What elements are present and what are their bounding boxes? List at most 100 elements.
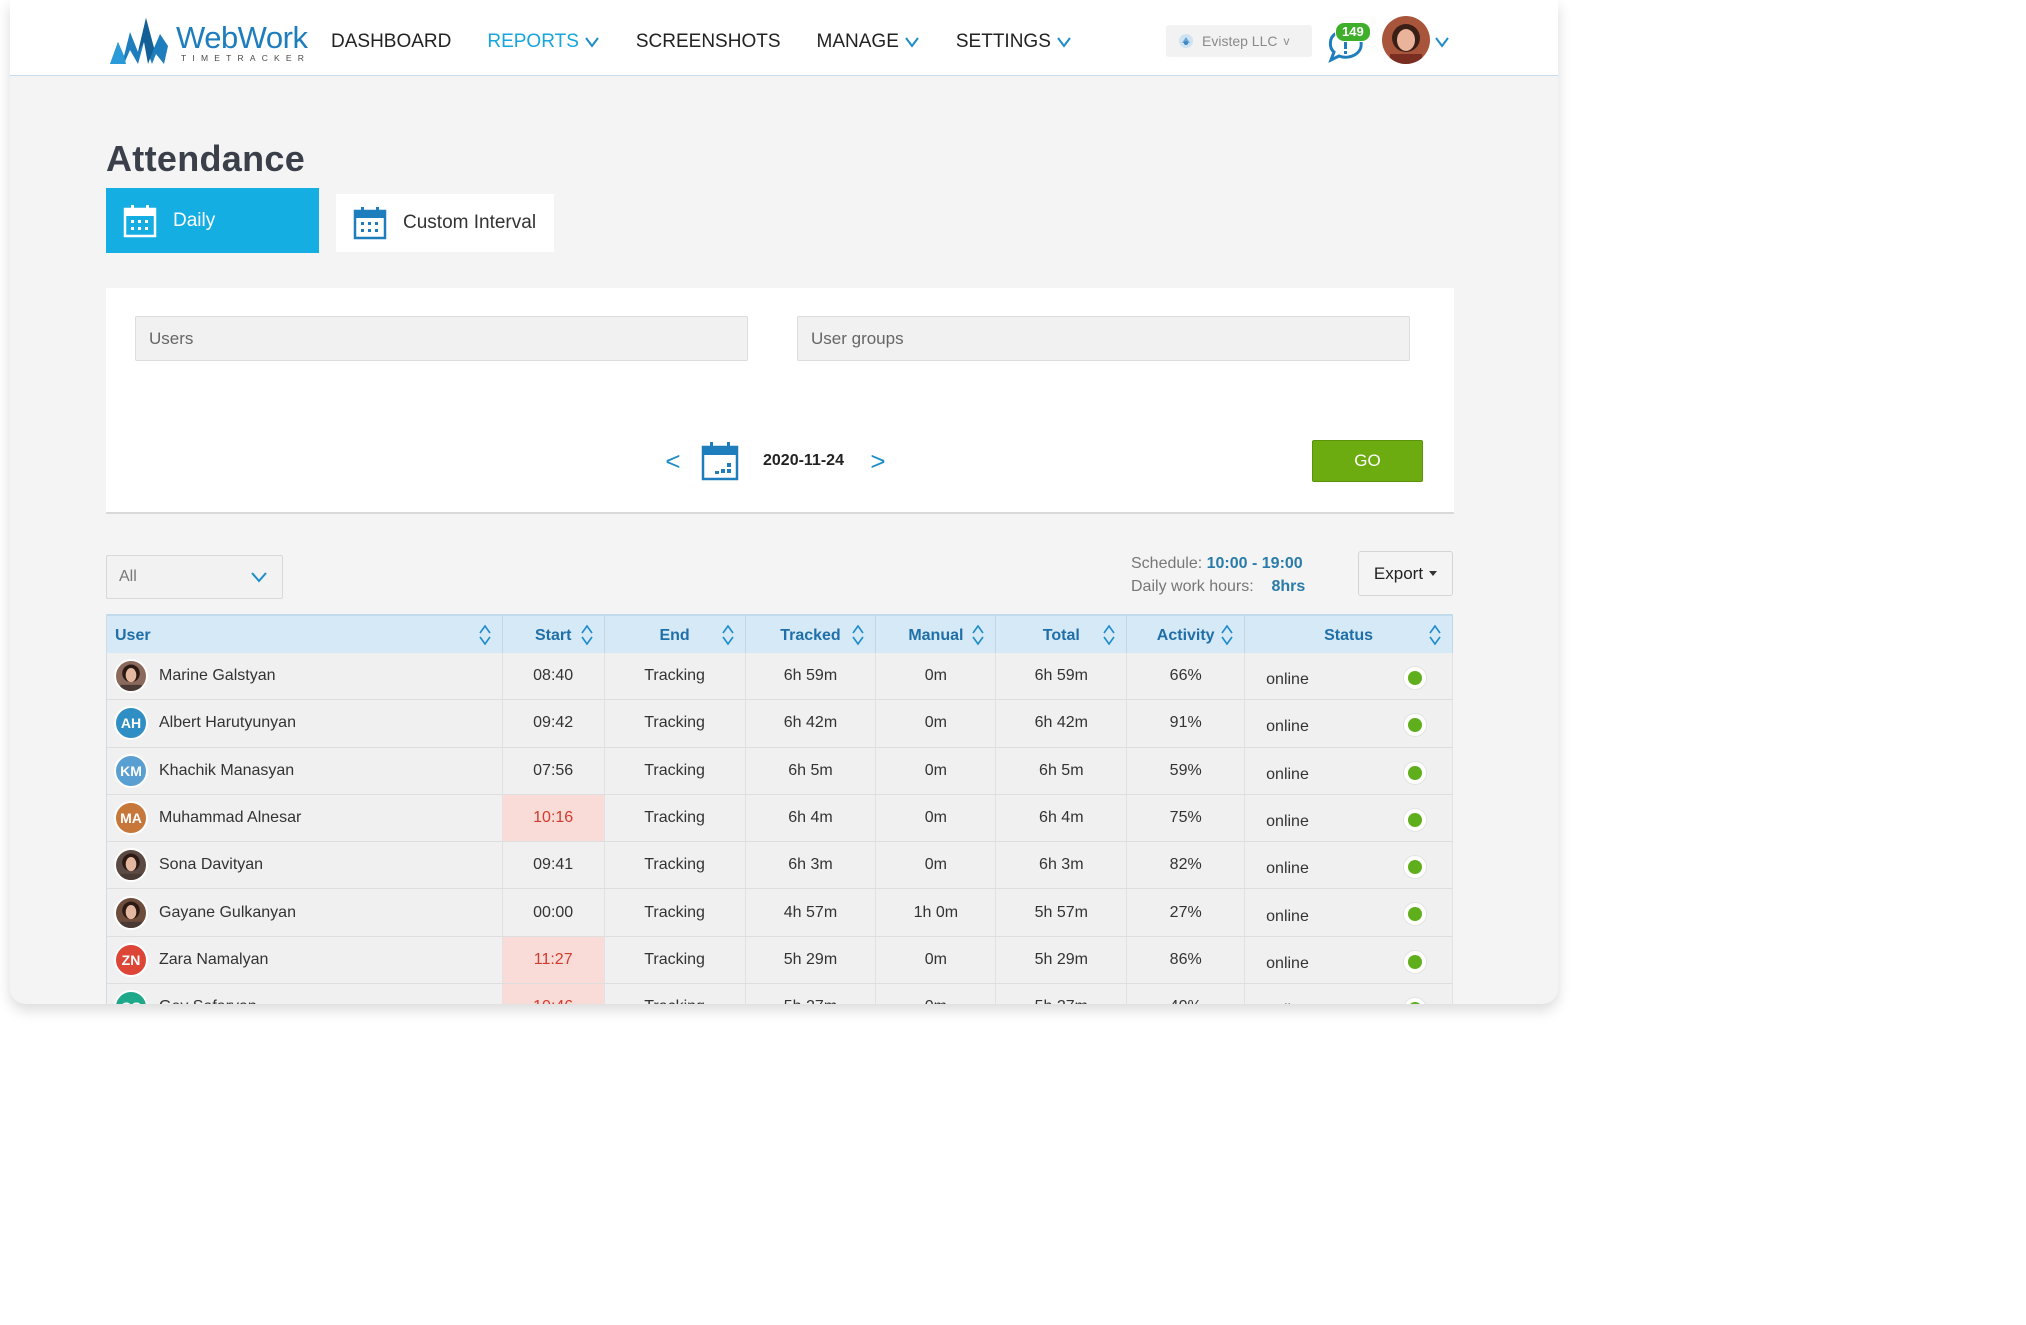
chevron-down-icon (905, 37, 919, 48)
company-switcher[interactable]: Evistep LLC v (1166, 25, 1312, 57)
start-cell: 10:16 (502, 794, 605, 842)
table-header: User Start End Tracked Manual Total Activity St… (107, 614, 1453, 655)
status-text: online (1266, 813, 1309, 831)
sort-icon[interactable] (580, 624, 594, 646)
user-name[interactable]: Albert Harutyunyan (159, 714, 296, 732)
page-title: Attendance (106, 138, 306, 179)
tab-custom-interval-label: Custom Interval (403, 212, 537, 233)
column-header-tracked[interactable]: Tracked (746, 616, 877, 655)
tracked-cell: 5h 29m (746, 936, 877, 984)
status-text: online (1266, 718, 1309, 736)
tab-custom-interval[interactable]: Custom Interval (336, 194, 554, 252)
company-name: Evistep LLC (1202, 33, 1278, 49)
activity-cell: 91% (1127, 700, 1246, 747)
nav-manage[interactable]: MANAGE (817, 30, 920, 54)
sort-icon[interactable] (971, 624, 985, 646)
manual-cell: 0m (876, 794, 997, 842)
table-body: Marine Galstyan 08:40 Tracking 6h 59m 0m 6h 5… (107, 653, 1453, 1004)
end-cell: Tracking (605, 889, 746, 936)
users-input[interactable]: Users (135, 316, 748, 361)
table-row[interactable]: Marine Galstyan 08:40 Tracking 6h 59m 0m 6h 5… (107, 653, 1453, 701)
status-text: online (1266, 765, 1309, 783)
export-button[interactable]: Export (1358, 551, 1453, 596)
table-row[interactable]: ZN Zara Namalyan 11:27 Tracking 5h 29m 0m 5h 2… (107, 936, 1453, 985)
status-cell: online (1245, 889, 1453, 936)
column-header-label: User (115, 626, 151, 644)
column-header-user[interactable]: User (107, 616, 503, 655)
calendar-icon[interactable] (701, 441, 739, 481)
next-day-button[interactable]: > (868, 446, 888, 477)
chevron-down-icon (1057, 37, 1071, 48)
column-header-label: Manual (908, 626, 964, 644)
table-row[interactable]: Sona Davityan 09:41 Tracking 6h 3m 0m 6h 3m 82… (107, 842, 1453, 890)
previous-day-button[interactable]: < (663, 446, 683, 477)
status-cell: online (1245, 794, 1453, 842)
table-row[interactable]: KM Khachik Manasyan 07:56 Tracking 6h 5m 0m 6h… (107, 747, 1453, 795)
table-row[interactable]: Gayane Gulkanyan 00:00 Tracking 4h 57m 1h 0m… (107, 889, 1453, 937)
user-name[interactable]: Gev Safaryan (159, 998, 257, 1004)
user-photo-avatar (114, 848, 148, 883)
date-picker: < 2020-11-24 > (663, 440, 888, 482)
column-header-start[interactable]: Start (503, 616, 605, 655)
nav-screenshots[interactable]: SCREENSHOTS (636, 30, 781, 54)
tracked-cell: 6h 5m (746, 747, 877, 794)
user-cell: KM Khachik Manasyan (107, 747, 503, 794)
start-cell: 11:27 (502, 936, 605, 984)
online-status-icon (1403, 666, 1427, 690)
chevron-down-icon: v (1283, 34, 1290, 48)
start-cell: 00:00 (503, 889, 605, 936)
column-header-activity[interactable]: Activity (1127, 616, 1246, 655)
tab-daily-label: Daily (173, 209, 216, 231)
status-text: online (1266, 671, 1309, 689)
user-initials-avatar: MA (114, 801, 148, 836)
company-icon (1179, 34, 1193, 48)
tracked-cell: 6h 59m (746, 653, 877, 700)
manual-cell: 0m (876, 653, 997, 700)
status-filter-select[interactable]: All (106, 555, 283, 599)
table-row[interactable]: AH Albert Harutyunyan 09:42 Tracking 6h 42m 0… (107, 700, 1453, 748)
user-name[interactable]: Zara Namalyan (159, 951, 268, 969)
sort-icon[interactable] (851, 624, 865, 646)
column-header-status[interactable]: Status (1245, 616, 1453, 655)
current-user-avatar[interactable] (1382, 16, 1430, 64)
sort-icon[interactable] (1428, 624, 1442, 646)
status-cell: online (1245, 842, 1453, 889)
user-name[interactable]: Sona Davityan (159, 856, 263, 874)
activity-cell: 27% (1127, 889, 1246, 936)
sort-icon[interactable] (1220, 624, 1234, 646)
sort-icon[interactable] (478, 624, 492, 646)
column-header-total[interactable]: Total (996, 616, 1128, 655)
user-name[interactable]: Marine Galstyan (159, 667, 276, 685)
end-cell: Tracking (605, 700, 746, 747)
online-status-icon (1403, 997, 1427, 1004)
manual-cell: 0m (876, 936, 997, 984)
tab-daily[interactable]: Daily (106, 188, 319, 253)
status-cell: online (1245, 747, 1453, 794)
total-cell: 6h 59m (996, 653, 1128, 700)
sort-icon[interactable] (721, 624, 735, 646)
user-name[interactable]: Khachik Manasyan (159, 762, 294, 780)
nav-label: SCREENSHOTS (635, 31, 781, 52)
top-navigation-bar: WebWork TIMETRACKER DASHBOARD REPORTS SCRE… (10, 0, 1558, 76)
column-header-manual[interactable]: Manual (876, 616, 997, 655)
user-groups-input[interactable]: User groups (797, 316, 1410, 361)
chevron-down-icon[interactable] (1434, 36, 1450, 48)
user-photo-icon (1382, 16, 1430, 64)
user-name[interactable]: Gayane Gulkanyan (159, 904, 296, 922)
status-text: online (1266, 954, 1309, 972)
start-cell: 08:40 (503, 653, 605, 700)
status-cell: online (1245, 653, 1453, 700)
attendance-table: User Start End Tracked Manual Total Activity St… (106, 614, 1453, 1004)
user-name[interactable]: Muhammad Alnesar (159, 809, 301, 827)
notifications-button[interactable]: 149 (1323, 22, 1371, 64)
nav-reports[interactable]: REPORTS (487, 30, 600, 54)
nav-dashboard[interactable]: DASHBOARD (331, 30, 451, 54)
table-row[interactable]: MA Muhammad Alnesar 10:16 Tracking 6h 4m 0m 6h… (107, 794, 1453, 843)
table-row[interactable]: GSGev Safaryan10:46Tracking5h 27m0m5h 27… (107, 984, 1453, 1004)
webwork-logo[interactable]: WebWork TIMETRACKER (108, 12, 318, 68)
nav-settings[interactable]: SETTINGS (956, 30, 1072, 54)
sort-icon[interactable] (1102, 624, 1116, 646)
column-header-end[interactable]: End (605, 616, 746, 655)
go-button[interactable]: GO (1312, 440, 1423, 482)
user-cell: Gayane Gulkanyan (107, 889, 503, 936)
